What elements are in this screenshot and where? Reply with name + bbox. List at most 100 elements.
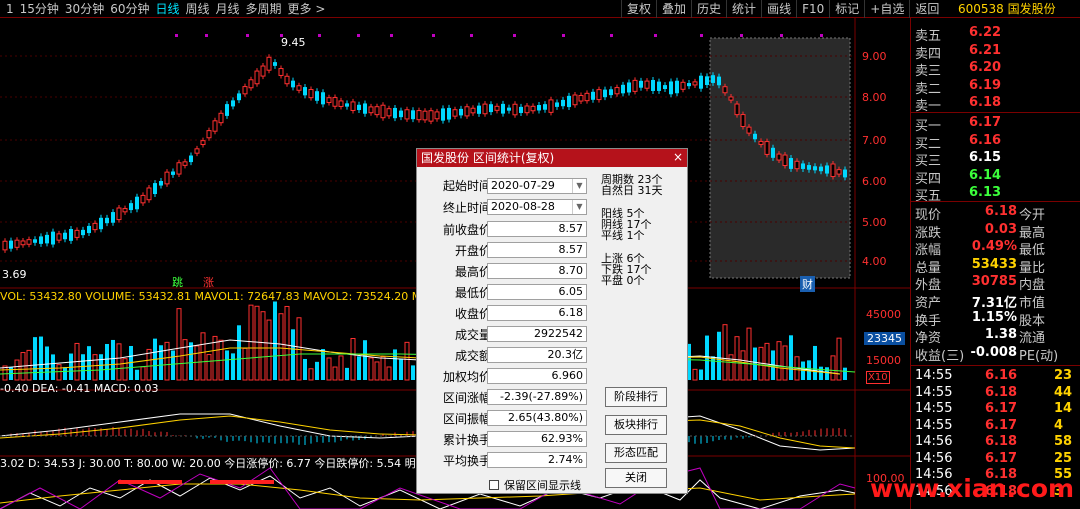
candle-body — [753, 133, 757, 140]
event-marker-2[interactable]: 涨 — [203, 274, 214, 290]
volume-bar — [380, 356, 386, 381]
info-value: 53433 — [971, 256, 1017, 272]
keep-range-line-checkbox[interactable]: 保留区间显示线 — [489, 477, 581, 493]
volume-bar — [764, 342, 770, 381]
candle-body — [836, 169, 842, 175]
event-marker-1[interactable]: 跳 — [172, 274, 183, 290]
candle-body — [20, 240, 26, 246]
timeframe-15min[interactable]: 15分钟 — [20, 0, 59, 17]
ask-price: 6.21 — [969, 42, 1002, 58]
stage-rank-button[interactable]: 阶段排行 — [605, 387, 667, 407]
candle-body — [99, 217, 103, 230]
start-time-picker[interactable]: 2020-07-29 ▼ — [487, 178, 587, 194]
volume-bar — [99, 354, 103, 380]
volume-bar — [206, 354, 212, 381]
tool-back-button[interactable]: 返回 — [909, 0, 944, 18]
candle-body — [717, 76, 721, 86]
info-label-2: PE(动) — [1019, 348, 1059, 364]
candle-body — [350, 101, 356, 111]
timeframe-30min[interactable]: 30分钟 — [65, 0, 104, 17]
checkbox-box[interactable] — [489, 480, 499, 490]
volume-bar — [56, 364, 62, 381]
candle-body — [146, 187, 152, 201]
tool-overlay-button[interactable]: 叠加 — [656, 0, 691, 18]
timeframe-60min[interactable]: 60分钟 — [110, 0, 149, 17]
candle-body — [284, 75, 290, 85]
timeframe-daily[interactable]: 日线 — [155, 0, 179, 17]
quote-panel: 卖五 6.22 卖四 6.21 卖三 6.20 卖二 6.19 卖一 6.18 买一 6.17 买二 6… — [910, 18, 1080, 509]
tool-history-button[interactable]: 历史 — [691, 0, 726, 18]
ask-row: 卖一 6.18 — [911, 95, 1080, 114]
info-value: 0.49% — [971, 239, 1017, 255]
candle-body — [801, 163, 805, 169]
candle-body — [609, 89, 613, 96]
close-button[interactable]: 关闭 — [605, 468, 667, 488]
ask-level-label: 卖四 — [915, 46, 942, 62]
volume-bar — [39, 336, 43, 380]
volume-bar — [135, 369, 139, 380]
tick-volume: 14 — [1054, 401, 1073, 416]
sector-rank-button[interactable]: 板块排行 — [605, 415, 667, 435]
candle-body — [105, 217, 109, 224]
pattern-match-button[interactable]: 形态匹配 — [605, 443, 667, 463]
dialog-title: 国发股份 区间统计(复权) — [421, 151, 555, 165]
tick-volume: 25 — [1054, 450, 1073, 466]
volume-bar — [699, 369, 703, 380]
info-value: 30785 — [971, 274, 1017, 290]
volume-bar — [722, 324, 728, 381]
volume-bar — [345, 367, 349, 380]
tool-f10-button[interactable]: F10 — [796, 0, 829, 18]
candle-body — [404, 109, 410, 120]
candle-body — [441, 108, 445, 121]
info-row: 涨幅 0.49% 最低 — [911, 239, 1080, 258]
tool-fuquan-button[interactable]: 复权 — [621, 0, 656, 18]
chevron-down-icon[interactable]: ▼ — [572, 179, 586, 193]
candle-body — [494, 105, 500, 111]
volume-value: 2922542 — [487, 326, 587, 342]
candle-body — [74, 229, 80, 238]
candle-body — [789, 158, 793, 169]
volume-bar — [374, 361, 380, 381]
candle-body — [315, 91, 319, 101]
chevron-down-icon[interactable]: ▼ — [572, 200, 586, 214]
volume-bar — [237, 325, 241, 380]
tool-mark-button[interactable]: 标记 — [829, 0, 864, 18]
event-marker-3[interactable]: 财 — [800, 276, 815, 292]
tool-draw-button[interactable]: 画线 — [761, 0, 796, 18]
candle-body — [711, 75, 715, 83]
end-time-picker[interactable]: 2020-08-28 ▼ — [487, 199, 587, 215]
open-value: 8.57 — [487, 242, 587, 258]
info-value: 0.03 — [984, 221, 1017, 237]
close-price-label: 收盘价 — [454, 307, 491, 321]
candle-body — [489, 104, 493, 113]
tick-time: 14:55 — [915, 417, 953, 433]
volume-bar — [813, 345, 817, 380]
candle-body — [33, 239, 37, 243]
candle-body — [357, 104, 361, 111]
price-axis-6: 6.00 — [862, 175, 887, 188]
timeframe-more[interactable]: 更多 > — [288, 0, 326, 17]
high-price-label: 9.45 — [281, 36, 306, 49]
timeframe-weekly[interactable]: 周线 — [186, 0, 210, 17]
timeframe-1[interactable]: 1 — [6, 2, 14, 16]
volume-bar — [231, 353, 235, 380]
candle-body — [45, 234, 49, 244]
candle-body — [794, 160, 800, 170]
info-label: 换手 — [915, 313, 942, 329]
timeframe-monthly[interactable]: 月线 — [216, 0, 240, 17]
start-time-label: 起始时间 — [442, 179, 491, 193]
candle-body — [632, 79, 638, 92]
tool-stats-button[interactable]: 统计 — [726, 0, 761, 18]
candle-body — [740, 114, 746, 128]
timeframe-multi[interactable]: 多周期 — [246, 0, 282, 17]
tool-watchlist-button[interactable]: +自选 — [864, 0, 909, 18]
volume-bar — [266, 319, 272, 381]
prev-close-label: 前收盘价 — [442, 223, 491, 237]
candle-body — [260, 65, 266, 77]
close-icon[interactable]: × — [671, 151, 685, 165]
volume-bar — [782, 345, 788, 381]
volume-bar — [45, 346, 49, 380]
volume-bar — [146, 348, 152, 381]
volume-bar — [164, 341, 170, 381]
dialog-titlebar[interactable]: 国发股份 区间统计(复权) × — [417, 149, 687, 167]
